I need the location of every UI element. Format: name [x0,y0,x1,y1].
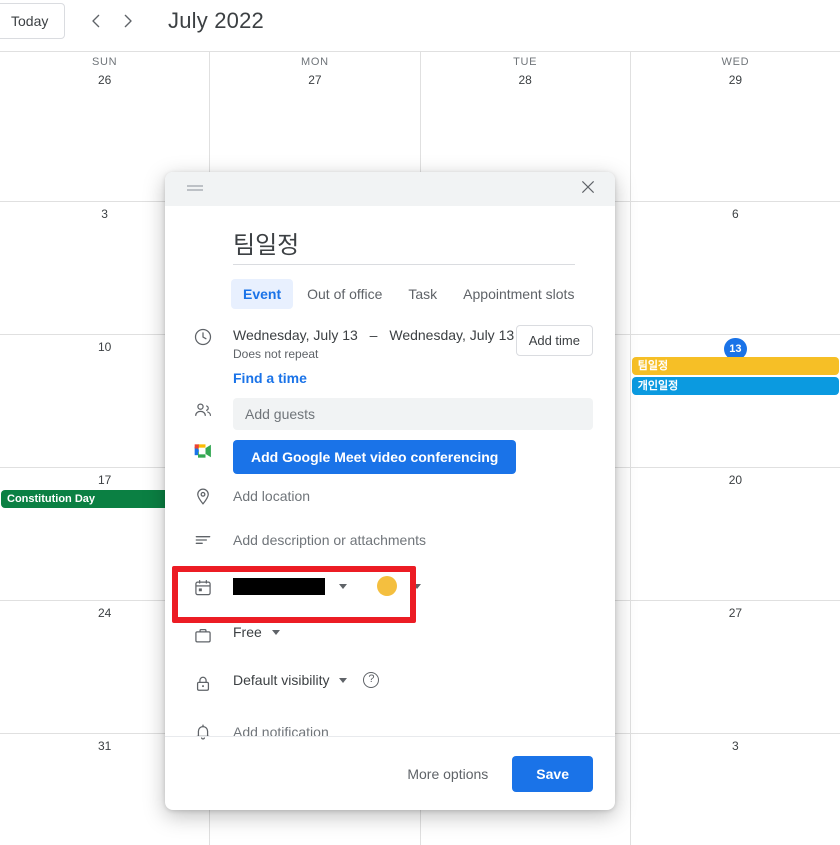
day-cell[interactable]: 3 [629,734,840,845]
people-icon [193,398,233,420]
day-of-week-sun: SUN [91,56,118,68]
calendar-color-row [165,576,615,610]
add-time-button[interactable]: Add time [515,325,593,356]
day-number[interactable]: 27 [210,71,419,89]
description-lines-icon [193,528,233,550]
day-cell[interactable]: 6 [629,202,840,334]
busy-free-chevron-down-icon[interactable] [271,629,280,635]
calendar-icon [193,576,233,598]
location-pin-icon [193,484,233,506]
day-number[interactable]: 6 [631,205,840,223]
google-calendar-screen: Today July 2022 SUNMONTUEWED 26272829345… [0,0,840,845]
day-number[interactable]: 20 [631,471,840,489]
meet-row: Add Google Meet video conferencing [165,440,615,474]
visibility-value[interactable]: Default visibility [233,672,329,688]
clock-icon [193,325,233,347]
day-events: 팀일정개인일정 [631,357,839,397]
close-button[interactable] [575,176,601,202]
day-number[interactable]: 27 [631,604,840,622]
location-row: Add location [165,484,615,518]
day-cell[interactable]: 13 팀일정개인일정 [629,335,840,467]
day-cell[interactable]: 20 [629,468,840,600]
meet-content: Add Google Meet video conferencing [233,440,615,474]
drag-handle-icon[interactable] [187,185,203,193]
lock-icon [193,672,233,694]
end-date[interactable]: Wednesday, July 13 [389,327,514,343]
description-content: Add description or attachments [233,528,615,552]
day-of-week-mon: MON [209,52,419,68]
google-meet-icon [193,440,233,460]
color-select-chevron-down-icon[interactable] [413,583,421,589]
next-period-button[interactable] [114,7,142,35]
chevron-left-icon [87,12,105,30]
save-button[interactable]: Save [512,755,593,792]
day-cell[interactable]: 29 [629,68,840,201]
calendar-select-chevron-down-icon[interactable] [339,583,347,589]
day-of-week-wed: WED [629,52,840,68]
guests-content: Add guests [233,398,615,430]
chevron-right-icon [119,12,137,30]
day-number[interactable]: 29 [631,71,840,89]
tab-task[interactable]: Task [396,279,449,309]
add-guests-input[interactable]: Add guests [233,398,593,430]
day-of-week-header: SUN MON TUE WED [0,52,840,68]
event-title-wrapper [165,206,615,265]
busy-free-content: Free [233,624,615,640]
day-number[interactable]: 3 [631,737,840,755]
day-number[interactable]: 26 [0,71,209,89]
dialog-body: EventOut of officeTaskAppointment slots … [165,206,615,754]
day-number-today[interactable]: 13 [631,338,840,360]
calendar-color-content [233,576,615,596]
page-title: July 2022 [168,8,264,33]
today-button[interactable]: Today [0,3,66,39]
tab-appointment-slots[interactable]: Appointment slots [451,279,586,309]
more-options-button[interactable]: More options [401,758,494,790]
busy-free-value[interactable]: Free [233,624,262,640]
location-content: Add location [233,484,615,508]
top-toolbar: Today July 2022 [0,0,840,52]
calendar-name-value-redacted[interactable] [233,577,325,595]
previous-period-button[interactable] [82,7,110,35]
dialog-header-drag-bar[interactable] [165,172,615,206]
add-google-meet-button[interactable]: Add Google Meet video conferencing [233,440,517,474]
event-chip[interactable]: 팀일정 [631,357,839,375]
date-separator: – [369,327,378,343]
event-create-dialog: EventOut of officeTaskAppointment slots … [165,172,615,810]
visibility-content: Default visibility ? [233,672,615,688]
visibility-chevron-down-icon[interactable] [339,677,348,683]
calendar-and-color-controls [233,576,593,596]
datetime-row: Wednesday, July 13 – Wednesday, July 13 … [165,325,615,362]
help-circle-icon[interactable]: ? [363,672,380,688]
day-cell[interactable]: 27 [629,601,840,733]
day-number[interactable]: 28 [421,71,630,89]
visibility-row: Default visibility ? [165,672,615,706]
tab-out-of-office[interactable]: Out of office [295,279,394,309]
busy-box-icon [193,624,233,646]
event-title-input[interactable] [233,226,575,265]
add-location-input[interactable]: Add location [233,484,593,508]
start-date[interactable]: Wednesday, July 13 [233,327,358,343]
day-of-week-tue: TUE [419,52,630,68]
close-icon [580,179,596,200]
dialog-footer: More options Save [165,736,615,810]
event-type-tabs: Event Out of office Task Appointment slots [165,265,615,309]
description-row: Add description or attachments [165,528,615,562]
busy-free-row: Free [165,624,615,658]
event-color-swatch[interactable] [377,576,397,596]
event-chip[interactable]: 개인일정 [631,377,839,395]
find-a-time-link[interactable]: Find a time [165,362,307,386]
tab-event[interactable]: Event [231,279,294,309]
guests-row: Add guests [165,398,615,432]
add-description-input[interactable]: Add description or attachments [233,528,593,552]
